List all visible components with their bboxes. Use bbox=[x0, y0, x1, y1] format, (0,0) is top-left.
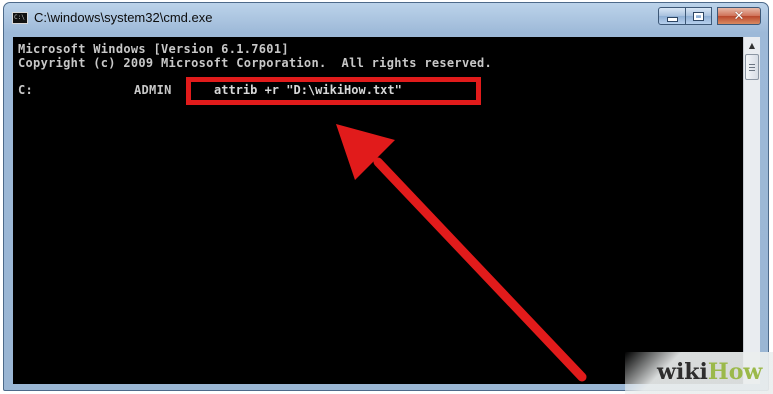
maximize-button[interactable] bbox=[685, 7, 712, 25]
console-output[interactable]: Microsoft Windows [Version 6.1.7601] Cop… bbox=[13, 37, 743, 384]
watermark-part1: wiki bbox=[657, 359, 708, 385]
title-bar[interactable]: C:\ C:\windows\system32\cmd.exe ✕ bbox=[4, 3, 768, 33]
prompt-drive: C: bbox=[18, 83, 34, 97]
copyright-line: Copyright (c) 2009 Microsoft Corporation… bbox=[18, 56, 493, 70]
grip-line bbox=[749, 67, 755, 68]
prompt-user: ADMIN bbox=[134, 83, 172, 97]
grip-line bbox=[749, 64, 755, 65]
window-title: C:\windows\system32\cmd.exe bbox=[34, 10, 213, 25]
scroll-thumb[interactable] bbox=[745, 54, 759, 80]
cmd-icon: C:\ bbox=[12, 12, 28, 24]
wikihow-watermark: wikiHow bbox=[625, 352, 773, 394]
watermark-text: wikiHow bbox=[657, 359, 762, 385]
highlight-box bbox=[186, 77, 481, 105]
minimize-button[interactable] bbox=[658, 7, 686, 25]
close-button[interactable]: ✕ bbox=[717, 7, 761, 25]
watermark-part2: How bbox=[707, 359, 763, 385]
maximize-icon bbox=[694, 12, 703, 20]
scroll-up-icon[interactable]: ▲ bbox=[744, 37, 760, 53]
close-icon: ✕ bbox=[733, 8, 745, 24]
vertical-scrollbar[interactable]: ▲ bbox=[743, 37, 760, 384]
minimize-icon bbox=[666, 17, 678, 22]
grip-line bbox=[749, 70, 755, 71]
version-line: Microsoft Windows [Version 6.1.7601] bbox=[18, 42, 289, 56]
